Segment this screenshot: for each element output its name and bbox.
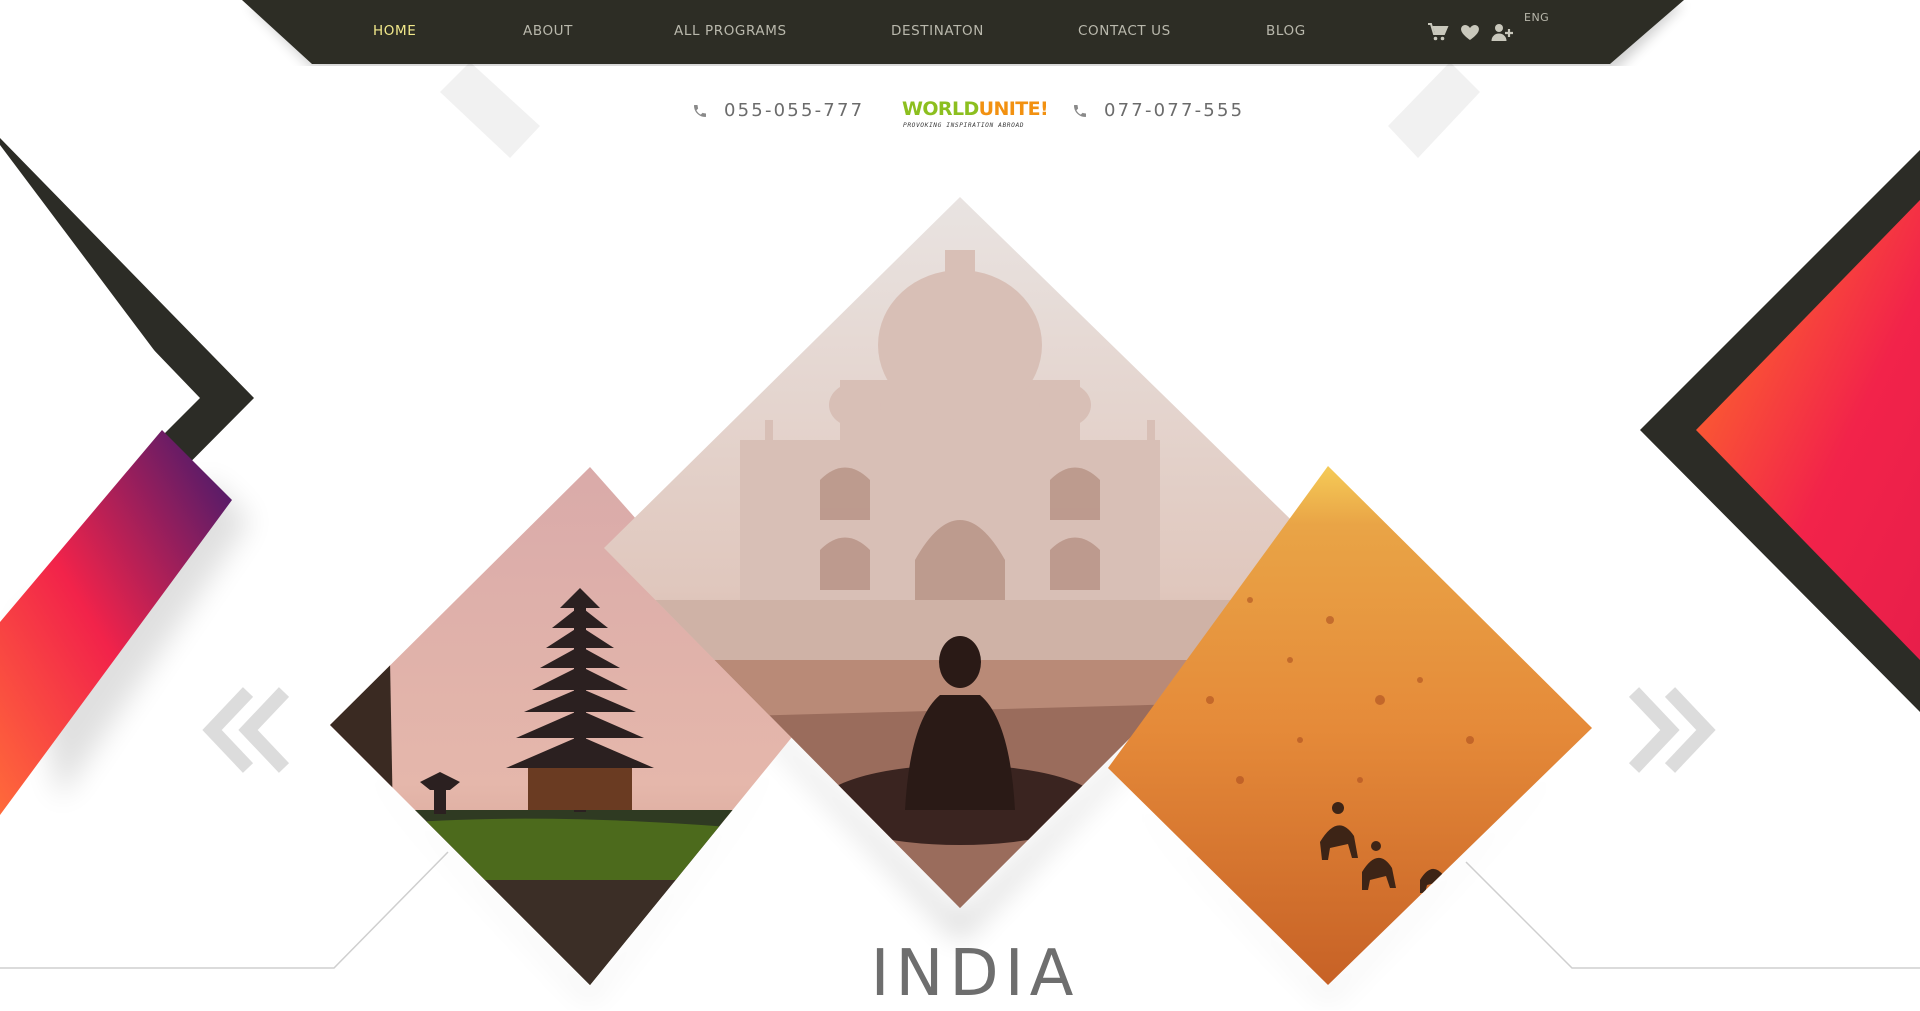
destination-title: INDIA <box>870 937 1080 1011</box>
slider <box>330 197 1592 985</box>
double-chevron-left-icon[interactable] <box>200 686 296 774</box>
double-chevron-right-icon[interactable] <box>1622 686 1718 774</box>
